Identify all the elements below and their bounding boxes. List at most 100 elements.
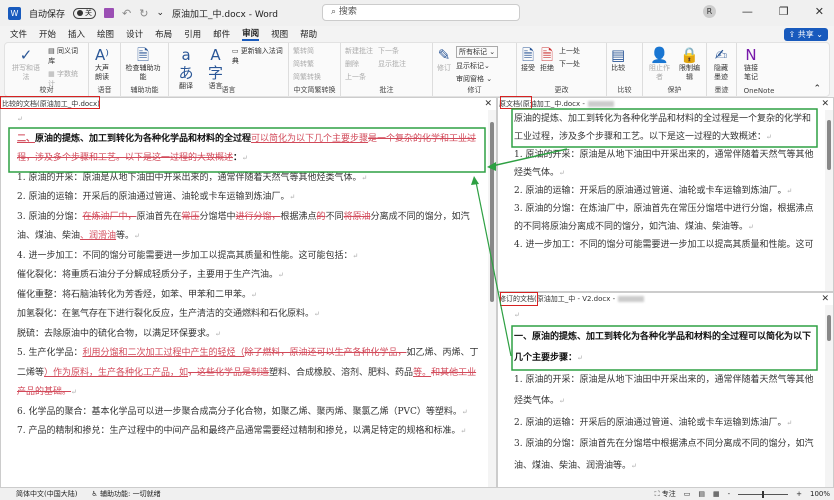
simp-to-trad-button[interactable]: 简转繁 [293,59,321,69]
linked-notes-label: 链接笔记 [744,64,758,81]
print-layout-icon[interactable]: ▤ [698,488,705,500]
paragraph-mark: ↵ [352,251,359,260]
paragraph: 脱硫：去除原油中的硫化合物，以满足环保要求。↵ [17,325,482,345]
translate-button[interactable]: a あ翻译 [173,46,199,90]
tab-9[interactable]: 视图 [271,28,288,40]
tab-7[interactable]: 邮件 [213,28,230,40]
focus-button[interactable]: ⛶ 专注 [655,488,676,500]
text-run: 不同 [325,211,344,222]
track-changes-label: 修订 [437,64,451,72]
markup-dropdown[interactable]: 所有标记 ⌄ [456,46,499,58]
document-body[interactable]: ↵ 二、原油的提炼、加工到转化为各种化学品和材料的全过程可以简化为以下几个主要步骤… [1,110,496,442]
tab-8[interactable]: 审阅 [242,27,260,41]
update-ime-button[interactable]: ▭ 更新输入法词典 [232,46,284,66]
status-bar: 简体中文(中国大陆) ♿ 辅助功能: 一切就绪 ⛶ 专注 ▭ ▤ ▦ - + 1… [0,488,834,500]
prev-comment-button[interactable]: 上一条 [345,72,373,82]
close-pane-button[interactable]: ✕ [484,98,492,110]
accept-button[interactable]: 🗎 接受 [521,46,535,84]
reject-icon: 🗎 [540,46,554,64]
share-button[interactable]: ⇪ 共享 ⌄ [783,28,828,41]
thesaurus-label: 同义词库 [48,47,78,65]
next-change-button[interactable]: 下一处 [559,59,580,69]
close-pane-button[interactable]: ✕ [821,293,829,305]
close-button[interactable]: ✕ [815,5,824,18]
tab-10[interactable]: 帮助 [300,28,317,40]
reviewing-pane-label: 审阅窗格 [456,75,484,83]
text-run: 3. 原油的分馏： [17,211,83,222]
restrict-editing-button[interactable]: 🔒 限制编辑 [677,46,702,84]
onenote-icon: N [745,46,757,64]
restore-button[interactable]: ❐ [779,5,789,18]
zoom-level[interactable]: 100% [810,488,830,500]
previous-change-button[interactable]: 上一处 [559,46,580,56]
account-avatar[interactable]: R [702,5,716,18]
group-label-onenote: OneNote [743,87,775,95]
show-markup-button[interactable]: 显示标记⌄ [456,61,498,71]
accessibility-status[interactable]: ♿ 辅助功能: 一切就绪 [91,488,160,500]
thesaurus-button[interactable]: ▤ 同义词库 [48,46,84,66]
next-comment-button[interactable]: 下一条 [378,46,406,56]
tab-3[interactable]: 绘图 [97,28,114,40]
paragraph-mark: ↵ [786,418,793,427]
text-run: 7. 产品的精制和掺兑：生产过程中的中间产品和最终产品通常需要经过精制和掺兑，以… [17,426,461,436]
ribbon: ✓ 拼写和语法 ▤ 同义词库 ▦ 字数统计 校对 A⁾ 大声朗读 语音 🗎 检查辅助功能… [4,42,830,97]
text-run: 3. 原油的分馏：在炼油厂中，原油首先在常压分馏塔中进行分馏，根据沸点的不同将原… [514,204,814,232]
read-aloud-icon: A⁾ [95,46,109,64]
track-changes-button[interactable]: ✎ 修订 [437,46,451,84]
close-pane-button[interactable]: ✕ [821,98,829,110]
document-body[interactable]: 原油的提炼、加工到转化为各种化学品和材料的全过程是一个复杂的化学和工业过程，涉及… [498,110,833,254]
language-status[interactable]: 简体中文(中国大陆) [16,488,77,500]
paragraph-mark: ↵ [278,271,284,279]
reject-button[interactable]: 🗎 拒绝 [540,46,554,84]
zoom-slider[interactable] [738,490,789,498]
search-input[interactable]: ⌕ 搜索 [322,4,520,21]
show-comments-button[interactable]: 显示批注 [378,59,406,69]
tab-0[interactable]: 文件 [10,28,27,40]
hide-ink-button[interactable]: ✍ 隐藏墨迹 [711,46,731,84]
text-run: 4. 进一步加工：不同的馏分可能需要进一步加工以提高其质量和性能。这可能包括： [17,250,353,261]
paragraph-mark: ↵ [559,397,565,405]
paragraph: ↵ [17,110,482,130]
undo-icon[interactable]: ↶ [122,7,131,20]
block-authors-button[interactable]: 👤 阻止作者 [647,46,672,84]
read-aloud-button[interactable]: A⁾ 大声朗读 [93,46,111,84]
vertical-scrollbar[interactable] [488,110,496,487]
trad-to-simp-button[interactable]: 繁转简 [293,46,321,56]
read-mode-icon[interactable]: ▭ [684,488,691,500]
inserted-text: 可以简化为以下几个主要步骤 [251,133,369,144]
collapse-ribbon-icon[interactable]: ⌃ [813,84,821,94]
customize-qat-icon[interactable]: ⌄ [156,8,164,18]
document-body[interactable]: ↵ 一、原油的提炼、加工到转化为各种化学品和材料的全过程可以简化为以下几个主要步骤… [498,305,833,477]
autosave-toggle[interactable]: 关 [73,7,97,19]
tab-4[interactable]: 设计 [126,28,143,40]
search-placeholder: 搜索 [338,7,357,17]
linked-notes-button[interactable]: N 链接笔记 [741,46,761,84]
vertical-scrollbar[interactable] [825,110,833,291]
zoom-out-button[interactable]: - [728,488,731,500]
reviewing-pane-button[interactable]: 审阅窗格 ⌄ [456,74,498,84]
paragraph-mark: ↵ [766,133,772,141]
group-language: a あ翻译 A字 语言 ▭ 更新输入法词典 语言 [169,43,289,96]
tab-2[interactable]: 插入 [68,28,85,40]
spelling-button[interactable]: ✓ 拼写和语法 [9,46,43,84]
minimize-button[interactable]: — [742,5,753,18]
tab-6[interactable]: 引用 [184,28,201,40]
language-button[interactable]: A字 语言 [204,46,227,90]
group-label-proofing: 校对 [39,86,54,94]
check-accessibility-button[interactable]: 🗎 检查辅助功能 [125,46,161,84]
tab-1[interactable]: 开始 [39,28,56,40]
chinese-convert-button[interactable]: 简繁转换 [293,72,321,82]
web-layout-icon[interactable]: ▦ [713,488,720,500]
zoom-in-button[interactable]: + [796,488,802,500]
save-icon[interactable] [104,8,115,18]
delete-comment-button[interactable]: 删除 [345,59,373,69]
new-comment-button[interactable]: 新建批注 [345,46,373,56]
vertical-scrollbar[interactable] [825,305,833,487]
paragraph: 3. 原油的分馏：在炼油厂中，原油首先在常压分馏塔中进行分馏，根据沸点的不同将原… [514,200,819,236]
tab-5[interactable]: 布局 [155,28,172,40]
compare-button[interactable]: ▤ 比较 [611,46,625,84]
translate-icon: a あ [178,46,194,82]
text-run: 3. 原油的分馏：原油首先在分馏塔中根据沸点不同分离成不同的馏分，如汽油、煤油、… [514,439,814,471]
text-run: 4. 进一步加工：不同的馏分可能需要进一步加工以提高其质量和性能。这可 [514,240,814,250]
redo-icon[interactable]: ↻ [139,7,148,20]
